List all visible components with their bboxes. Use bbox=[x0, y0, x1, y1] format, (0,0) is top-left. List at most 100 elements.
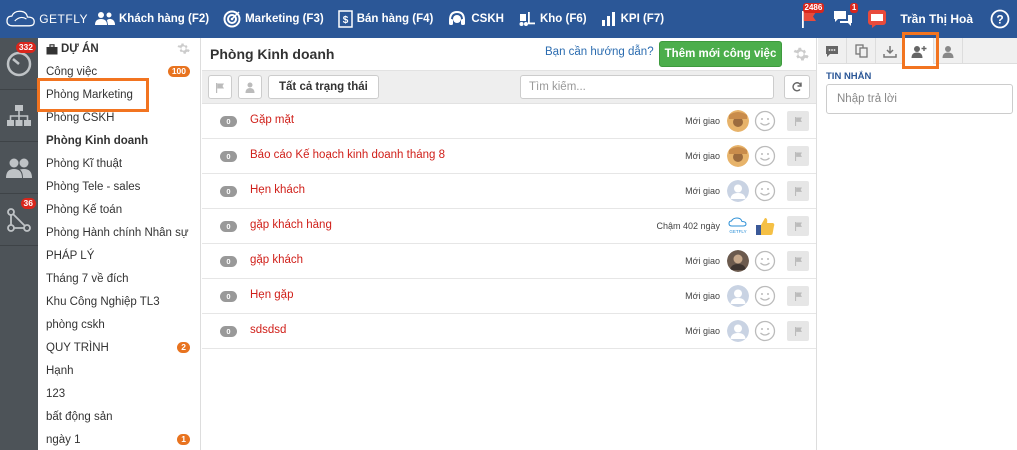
nav-label: Kho (F6) bbox=[539, 13, 587, 25]
avatar[interactable] bbox=[727, 250, 749, 272]
tab-copy[interactable] bbox=[847, 38, 876, 64]
project-item-tele-sales[interactable]: Phòng Tele - sales bbox=[38, 175, 200, 198]
task-flag-button[interactable] bbox=[787, 111, 809, 131]
refresh-button[interactable] bbox=[784, 75, 810, 99]
task-name[interactable]: sdsdsd bbox=[250, 324, 286, 336]
thumbs-up-icon[interactable] bbox=[754, 215, 776, 237]
tab-add-user[interactable] bbox=[905, 38, 934, 64]
task-name[interactable]: gặp khách hàng bbox=[250, 219, 332, 231]
svg-text:?: ? bbox=[996, 13, 1003, 27]
project-label: phòng cskh bbox=[46, 318, 105, 331]
task-row: 0 gặp khách Mới giao bbox=[202, 244, 816, 279]
guide-link[interactable]: Bạn cần hướng dẫn? bbox=[545, 46, 654, 58]
smile-icon[interactable] bbox=[754, 110, 776, 132]
rail-dashboard-button[interactable]: 332 bbox=[0, 38, 38, 90]
notifications-flag-button[interactable]: 2486 bbox=[792, 0, 826, 38]
project-item-bat-dong-san[interactable]: bất động sản bbox=[38, 405, 200, 428]
task-row: 0 sdsdsd Mới giao bbox=[202, 314, 816, 349]
project-item-thang-7[interactable]: Tháng 7 về đích bbox=[38, 267, 200, 290]
task-status: Mới giao bbox=[685, 326, 720, 336]
settings-gear-icon[interactable] bbox=[793, 46, 809, 62]
task-flag-button[interactable] bbox=[787, 181, 809, 201]
project-item-quy-trinh[interactable]: QUY TRÌNH 2 bbox=[38, 336, 200, 359]
task-flag-button[interactable] bbox=[787, 286, 809, 306]
left-icon-rail: 332 36 bbox=[0, 38, 38, 450]
project-list-header: DỰ ÁN bbox=[38, 38, 200, 60]
rail-workflow-button[interactable]: 36 bbox=[0, 194, 38, 246]
default-avatar-icon[interactable] bbox=[727, 180, 749, 202]
nav-kpi[interactable]: KPI (F7) bbox=[594, 0, 671, 38]
rail-org-button[interactable] bbox=[0, 90, 38, 142]
flag-filter-button[interactable] bbox=[208, 75, 232, 99]
project-item-phong-cskh-2[interactable]: phòng cskh bbox=[38, 313, 200, 336]
default-avatar-icon[interactable] bbox=[727, 285, 749, 307]
project-count-badge: 2 bbox=[177, 342, 190, 353]
nav-cskh[interactable]: CSKH bbox=[440, 0, 511, 38]
project-item-kinh-doanh[interactable]: Phòng Kinh doanh bbox=[38, 129, 200, 152]
smile-icon[interactable] bbox=[754, 250, 776, 272]
search-input[interactable] bbox=[520, 75, 774, 99]
nav-sales[interactable]: $ Bán hàng (F4) bbox=[331, 0, 441, 38]
task-flag-button[interactable] bbox=[787, 321, 809, 341]
project-item-cskh[interactable]: Phòng CSKH bbox=[38, 106, 200, 129]
project-item-khu-cong-nghiep[interactable]: Khu Công Nghiệp TL3 bbox=[38, 290, 200, 313]
tab-download[interactable] bbox=[876, 38, 905, 64]
project-item-cong-viec[interactable]: Công việc 100 bbox=[38, 60, 200, 83]
brand-logo[interactable]: GETFLY bbox=[0, 10, 88, 28]
project-item-123[interactable]: 123 bbox=[38, 382, 200, 405]
user-icon bbox=[942, 45, 954, 58]
cloud-logo-icon bbox=[6, 10, 35, 27]
briefcase-icon bbox=[46, 43, 58, 54]
nav-warehouse[interactable]: Kho (F6) bbox=[511, 0, 594, 38]
tab-chat[interactable] bbox=[818, 38, 847, 64]
status-filter-button[interactable]: Tất cả trạng thái bbox=[268, 75, 379, 99]
project-item-hanh-chinh[interactable]: Phòng Hành chính Nhân sự bbox=[38, 221, 200, 244]
default-avatar-icon[interactable] bbox=[727, 320, 749, 342]
smile-icon[interactable] bbox=[754, 320, 776, 342]
messages-button[interactable]: 1 bbox=[826, 0, 860, 38]
tab-user[interactable] bbox=[934, 38, 963, 64]
download-icon bbox=[883, 45, 897, 58]
task-flag-button[interactable] bbox=[787, 251, 809, 271]
task-flag-button[interactable] bbox=[787, 146, 809, 166]
smile-icon[interactable] bbox=[754, 180, 776, 202]
project-item-phap-ly[interactable]: PHÁP LÝ bbox=[38, 244, 200, 267]
project-item-marketing[interactable]: Phòng Marketing bbox=[38, 83, 200, 106]
task-status: Mới giao bbox=[685, 116, 720, 126]
nav-customers[interactable]: Khách hàng (F2) bbox=[88, 0, 216, 38]
task-comment-count: 0 bbox=[220, 326, 237, 337]
gear-icon[interactable] bbox=[177, 42, 190, 55]
reply-input[interactable] bbox=[826, 84, 1013, 114]
project-item-ke-toan[interactable]: Phòng Kế toán bbox=[38, 198, 200, 221]
chat-box-button[interactable] bbox=[860, 0, 894, 38]
project-item-ngay-1[interactable]: ngày 1 1 bbox=[38, 428, 200, 450]
task-name[interactable]: Hẹn gặp bbox=[250, 289, 293, 301]
add-task-button[interactable]: Thêm mới công việc bbox=[659, 41, 782, 67]
svg-text:GETFLY: GETFLY bbox=[729, 229, 746, 234]
task-flag-button[interactable] bbox=[787, 216, 809, 236]
task-name[interactable]: Gặp mặt bbox=[250, 114, 294, 126]
nav-marketing[interactable]: Marketing (F3) bbox=[216, 0, 331, 38]
right-panel-tabs bbox=[818, 38, 1017, 64]
main-nav: Khách hàng (F2) Marketing (F3) $ Bán hàn… bbox=[88, 0, 671, 38]
smile-icon[interactable] bbox=[754, 145, 776, 167]
task-name[interactable]: Báo cáo Kế hoạch kinh doanh tháng 8 bbox=[250, 149, 445, 161]
avatar[interactable] bbox=[727, 110, 749, 132]
smile-icon[interactable] bbox=[754, 285, 776, 307]
user-filter-button[interactable] bbox=[238, 75, 262, 99]
project-label: Phòng Hành chính Nhân sự bbox=[46, 226, 189, 239]
brand-name: GETFLY bbox=[39, 12, 88, 26]
task-name[interactable]: Hẹn khách bbox=[250, 184, 305, 196]
svg-text:$: $ bbox=[342, 15, 348, 26]
forklift-icon bbox=[519, 12, 535, 26]
project-label: 123 bbox=[46, 387, 66, 400]
avatar[interactable] bbox=[727, 145, 749, 167]
rail-people-button[interactable] bbox=[0, 142, 38, 194]
project-item-hanh[interactable]: Hạnh bbox=[38, 359, 200, 382]
project-item-ki-thuat[interactable]: Phòng Kĩ thuật bbox=[38, 152, 200, 175]
getfly-logo-avatar-icon[interactable]: GETFLY bbox=[727, 215, 749, 237]
nav-label: Khách hàng (F2) bbox=[119, 13, 210, 25]
help-button[interactable]: ? bbox=[983, 0, 1017, 38]
task-name[interactable]: gặp khách bbox=[250, 254, 303, 266]
user-name[interactable]: Trần Thị Hoà bbox=[894, 12, 983, 26]
